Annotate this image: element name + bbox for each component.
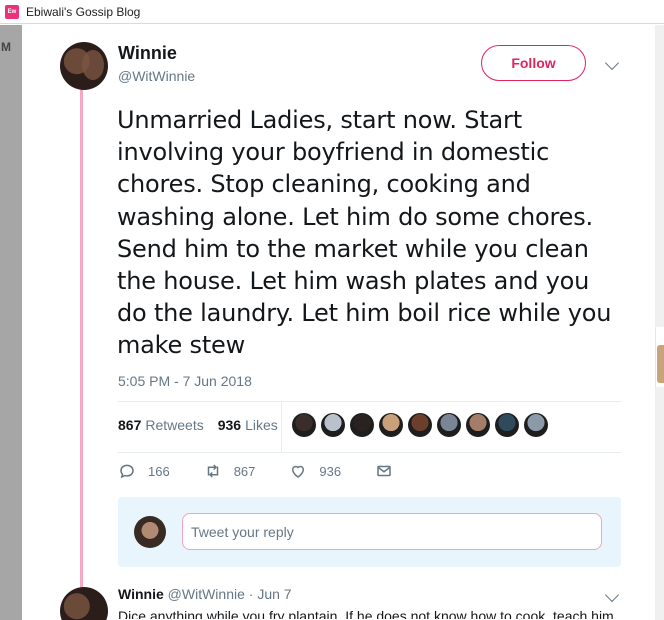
reply-icon (120, 464, 134, 479)
thread-line (80, 87, 83, 607)
like-count: 936 (319, 463, 342, 479)
divider (118, 401, 621, 402)
message-icon (377, 465, 391, 477)
browser-title-bar: Ew Ebiwali's Gossip Blog (0, 0, 664, 24)
tweet-modal: Winnie @WitWinnie Follow Unmarried Ladie… (22, 25, 655, 620)
like-button[interactable]: 936 (289, 462, 341, 480)
liker-avatar[interactable] (350, 413, 374, 437)
tweet-stats: 867 Retweets 936 Likes (118, 417, 278, 433)
blog-favicon-icon: Ew (5, 4, 19, 19)
next-tweet-text: Dice anything while you fry plantain. If… (118, 608, 618, 619)
retweets-count[interactable]: 867 (118, 417, 141, 433)
next-tweet-author[interactable]: Winnie (118, 586, 164, 602)
liker-avatar[interactable] (524, 413, 548, 437)
likes-count[interactable]: 936 (218, 417, 241, 433)
liker-avatar[interactable] (495, 413, 519, 437)
retweets-label[interactable]: Retweets (145, 417, 203, 433)
background-tab[interactable]: M (0, 40, 22, 60)
likes-label[interactable]: Likes (245, 417, 278, 433)
current-user-avatar (134, 516, 166, 548)
message-button[interactable] (375, 462, 405, 480)
author-handle[interactable]: @WitWinnie (118, 68, 195, 84)
reply-count: 166 (148, 463, 170, 479)
reply-composer: Tweet your reply (118, 497, 621, 567)
retweet-button[interactable]: 867 (204, 462, 256, 480)
background-thumbnail (657, 345, 664, 383)
retweet-count: 867 (233, 463, 256, 479)
like-icon (292, 465, 305, 478)
next-tweet-avatar[interactable] (60, 587, 108, 620)
divider (118, 452, 621, 453)
reply-button[interactable]: 166 (118, 462, 170, 480)
author-avatar[interactable] (60, 42, 108, 90)
liker-avatar[interactable] (437, 413, 461, 437)
liker-avatars (292, 413, 548, 437)
liker-avatar[interactable] (379, 413, 403, 437)
follow-button[interactable]: Follow (481, 45, 586, 81)
next-tweet-meta[interactable]: @WitWinnie · Jun 7 (168, 586, 292, 602)
window-title: Ebiwali's Gossip Blog (26, 4, 141, 19)
liker-avatar[interactable] (292, 413, 316, 437)
retweet-icon (207, 464, 218, 478)
chevron-down-icon[interactable] (604, 587, 620, 603)
reply-input[interactable]: Tweet your reply (182, 513, 602, 550)
liker-avatar[interactable] (321, 413, 345, 437)
liker-avatar[interactable] (408, 413, 432, 437)
tweet-actions: 166 867 936 (118, 462, 439, 480)
background-page-strip (655, 25, 664, 620)
chevron-down-icon[interactable] (604, 55, 620, 71)
tweet-timestamp[interactable]: 5:05 PM - 7 Jun 2018 (118, 373, 252, 389)
stats-separator (281, 402, 282, 452)
next-tweet-header[interactable]: Winnie @WitWinnie · Jun 7 (118, 586, 292, 602)
liker-avatar[interactable] (466, 413, 490, 437)
tweet-text: Unmarried Ladies, start now. Start invol… (117, 106, 612, 360)
author-name[interactable]: Winnie (118, 43, 177, 64)
